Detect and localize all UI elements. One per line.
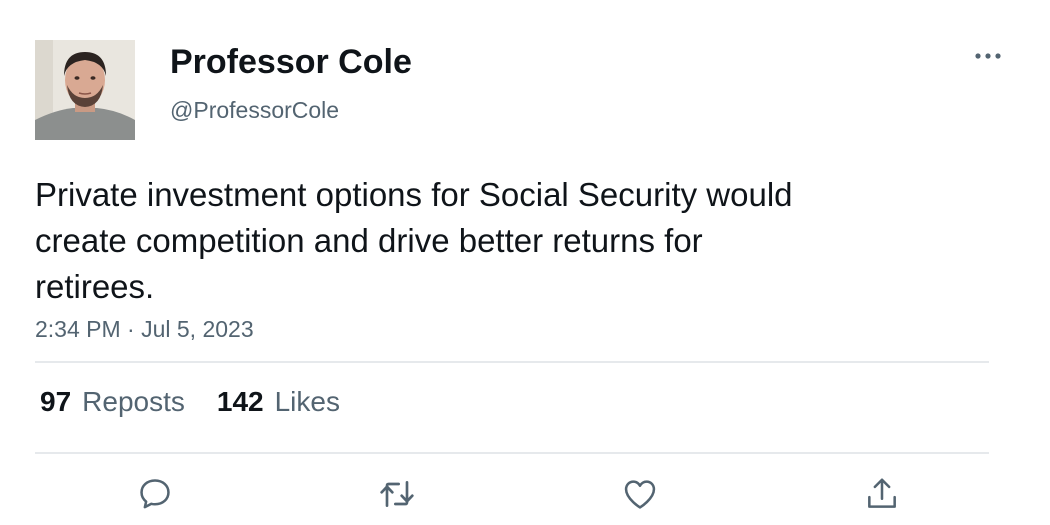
reply-button[interactable]: [135, 474, 175, 514]
share-icon: [868, 478, 896, 508]
divider: [35, 361, 989, 363]
avatar[interactable]: [35, 40, 135, 140]
author-handle[interactable]: @ProfessorCole: [170, 97, 339, 124]
heart-icon: [624, 480, 656, 509]
reposts-count: 97: [40, 386, 72, 417]
tweet-timestamp[interactable]: 2:34 PM · Jul 5, 2023: [35, 316, 254, 343]
tweet-card: Professor Cole @ProfessorCole Private in…: [0, 0, 1050, 525]
repost-button[interactable]: [377, 474, 417, 514]
reply-icon: [140, 479, 170, 509]
repost-icon: [380, 481, 414, 507]
likes-count: 142: [216, 386, 264, 417]
tweet-text: Private investment options for Social Se…: [35, 176, 793, 305]
likes-stat[interactable]: 142 Likes: [217, 386, 340, 418]
tweet-stats: 97 Reposts 142 Likes: [40, 386, 340, 418]
reposts-stat[interactable]: 97 Reposts: [40, 386, 185, 418]
share-button[interactable]: [862, 474, 902, 514]
reposts-label: Reposts: [82, 386, 185, 417]
more-options-icon[interactable]: [968, 42, 1008, 70]
likes-label: Likes: [274, 386, 340, 417]
author-display-name[interactable]: Professor Cole: [170, 43, 412, 82]
like-button[interactable]: [620, 474, 660, 514]
divider: [35, 452, 989, 454]
